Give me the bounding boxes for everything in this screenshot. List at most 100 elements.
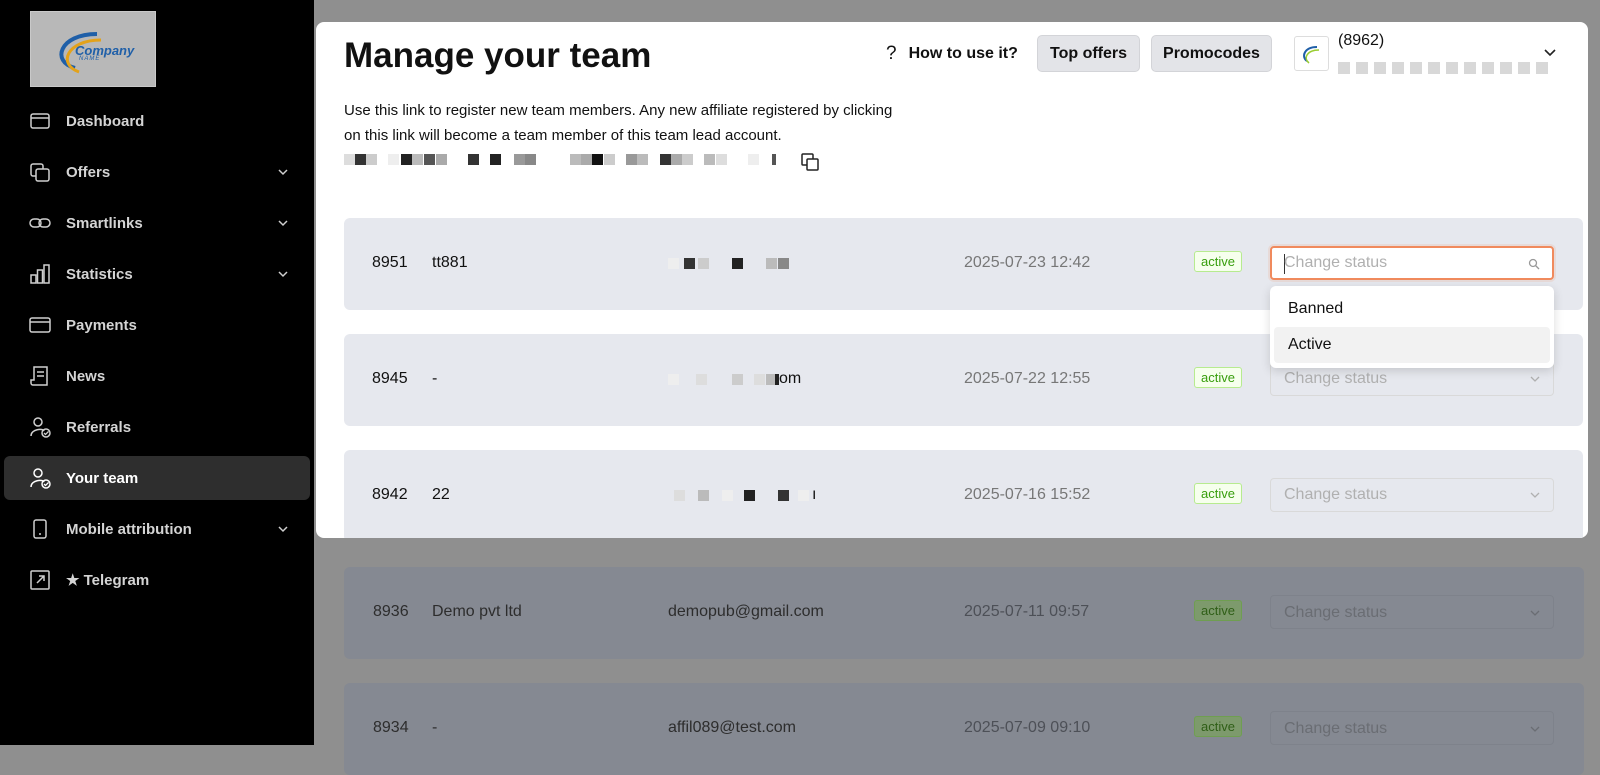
team-modal: Manage your team ? How to use it? Top of… bbox=[316, 22, 1588, 538]
sidebar-item-label: Payments bbox=[66, 316, 137, 334]
member-id: 8951 bbox=[372, 254, 408, 271]
logo-swoosh-icon bbox=[1303, 46, 1320, 64]
sidebar: Company NAME Dashboard Offers Smartlinks… bbox=[0, 0, 314, 745]
status-badge: active bbox=[1194, 367, 1242, 388]
card-icon bbox=[29, 317, 51, 333]
external-link-icon bbox=[30, 570, 50, 590]
member-email-redacted: om bbox=[668, 370, 808, 388]
member-name: tt881 bbox=[432, 254, 468, 271]
sidebar-item-your-team[interactable]: Your team bbox=[4, 456, 310, 500]
referrals-icon bbox=[30, 417, 51, 438]
bar-chart-icon bbox=[30, 264, 50, 284]
sidebar-item-news[interactable]: News bbox=[4, 354, 310, 398]
user-id: (8962) bbox=[1338, 32, 1385, 49]
status-badge: active bbox=[1194, 483, 1242, 504]
search-icon bbox=[1528, 258, 1540, 270]
status-badge: active bbox=[1194, 251, 1242, 272]
status-option-active[interactable]: Active bbox=[1274, 327, 1550, 363]
status-select[interactable]: Change status bbox=[1270, 478, 1554, 512]
dashboard-icon bbox=[30, 113, 50, 129]
sidebar-item-telegram[interactable]: ★ Telegram bbox=[4, 558, 310, 602]
sidebar-item-referrals[interactable]: Referrals bbox=[4, 405, 310, 449]
status-option-label: Banned bbox=[1288, 300, 1344, 317]
team-icon bbox=[30, 468, 51, 489]
sidebar-item-label: News bbox=[66, 367, 106, 385]
status-option-banned[interactable]: Banned bbox=[1274, 291, 1550, 327]
sidebar-item-label: Offers bbox=[66, 163, 111, 181]
help-label: How to use it? bbox=[908, 45, 1018, 62]
chevron-down-icon bbox=[1530, 492, 1540, 498]
status-select[interactable]: Change status bbox=[1270, 595, 1554, 629]
status-dropdown: Banned Active bbox=[1270, 286, 1554, 368]
status-badge: active bbox=[1194, 716, 1242, 737]
member-id: 8934 bbox=[373, 719, 409, 736]
chevron-down-icon[interactable] bbox=[1542, 44, 1558, 60]
registration-link-redacted[interactable] bbox=[344, 152, 814, 172]
sidebar-item-label: Mobile attribution bbox=[66, 520, 192, 538]
sidebar-item-label: ★ Telegram bbox=[66, 572, 150, 589]
user-menu[interactable]: (8962) bbox=[1294, 32, 1564, 78]
logo-subtext: NAME bbox=[79, 56, 101, 62]
member-date: 2025-07-11 09:57 bbox=[964, 603, 1090, 620]
sidebar-item-offers[interactable]: Offers bbox=[4, 150, 310, 194]
status-select-placeholder: Change status bbox=[1284, 604, 1388, 621]
status-select[interactable]: Change status bbox=[1270, 246, 1554, 280]
member-id: 8942 bbox=[372, 486, 408, 503]
member-email: demopub@gmail.com bbox=[668, 603, 824, 620]
sidebar-item-label: Referrals bbox=[66, 418, 132, 436]
chevron-down-icon bbox=[1530, 376, 1540, 382]
status-select-placeholder: Change status bbox=[1284, 370, 1388, 387]
promocodes-button[interactable]: Promocodes bbox=[1151, 35, 1272, 72]
news-icon bbox=[30, 366, 48, 386]
status-select-placeholder: Change status bbox=[1284, 486, 1388, 503]
member-date: 2025-07-16 15:52 bbox=[964, 486, 1091, 503]
email-tail: ı bbox=[812, 486, 817, 503]
offers-icon bbox=[30, 163, 50, 182]
table-row: 8934 - affil089@test.com 2025-07-09 09:1… bbox=[344, 683, 1584, 775]
sidebar-item-mobile-attribution[interactable]: Mobile attribution bbox=[4, 507, 310, 551]
member-email: affil089@test.com bbox=[668, 719, 797, 736]
sidebar-item-label: Statistics bbox=[66, 265, 133, 283]
table-row: 8942 22 ı 2025-07-16 15:52 active Change… bbox=[344, 450, 1583, 538]
sidebar-item-statistics[interactable]: Statistics bbox=[4, 252, 310, 296]
chevron-down-icon bbox=[1530, 726, 1540, 732]
page-title: Manage your team bbox=[344, 36, 652, 75]
chevron-down-icon[interactable] bbox=[276, 267, 290, 281]
sidebar-item-label: Dashboard bbox=[66, 112, 145, 130]
member-email-redacted: ı bbox=[668, 486, 816, 504]
user-email-redacted bbox=[1338, 62, 1548, 74]
status-option-label: Active bbox=[1288, 336, 1332, 353]
sidebar-item-label: Your team bbox=[66, 469, 139, 487]
help-link[interactable]: ? How to use it? bbox=[886, 43, 1018, 65]
member-date: 2025-07-09 09:10 bbox=[964, 719, 1091, 736]
status-select-placeholder: Change status bbox=[1284, 254, 1388, 271]
email-tail: om bbox=[779, 370, 802, 387]
top-offers-button[interactable]: Top offers bbox=[1037, 35, 1140, 72]
chevron-down-icon[interactable] bbox=[276, 522, 290, 536]
status-select-placeholder: Change status bbox=[1284, 720, 1388, 737]
sidebar-item-payments[interactable]: Payments bbox=[4, 303, 310, 347]
link-icon bbox=[29, 218, 51, 228]
company-logo[interactable]: Company NAME bbox=[30, 11, 156, 87]
member-name: - bbox=[432, 370, 438, 387]
question-icon: ? bbox=[886, 43, 897, 64]
table-row: 8936 Demo pvt ltd demopub@gmail.com 2025… bbox=[344, 567, 1584, 659]
copy-icon[interactable] bbox=[801, 153, 819, 171]
member-name: 22 bbox=[432, 486, 450, 503]
sidebar-item-label: Smartlinks bbox=[66, 214, 143, 232]
member-id: 8945 bbox=[372, 370, 408, 387]
sidebar-item-smartlinks[interactable]: Smartlinks bbox=[4, 201, 310, 245]
status-select[interactable]: Change status bbox=[1270, 711, 1554, 745]
member-email-redacted bbox=[668, 254, 808, 272]
sidebar-nav: Dashboard Offers Smartlinks Statistics P… bbox=[0, 99, 314, 609]
chevron-down-icon[interactable] bbox=[276, 165, 290, 179]
member-name: Demo pvt ltd bbox=[432, 603, 522, 620]
member-name: - bbox=[432, 719, 438, 736]
member-id: 8936 bbox=[373, 603, 409, 620]
mobile-icon bbox=[33, 519, 47, 539]
sidebar-item-dashboard[interactable]: Dashboard bbox=[4, 99, 310, 143]
chevron-down-icon bbox=[1530, 610, 1540, 616]
avatar bbox=[1294, 36, 1329, 71]
member-date: 2025-07-22 12:55 bbox=[964, 370, 1091, 387]
chevron-down-icon[interactable] bbox=[276, 216, 290, 230]
